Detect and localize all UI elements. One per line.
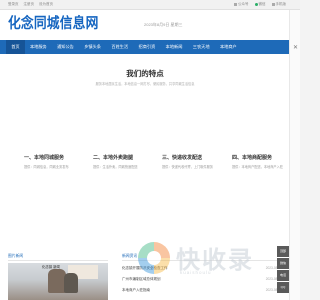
nav-item-investment[interactable]: 招商引资 xyxy=(133,40,160,54)
features-title: 我们的特点 xyxy=(126,69,164,78)
nav-item-merchants[interactable]: 本地商户 xyxy=(215,40,242,54)
feature-title: 一、本地同城服务 xyxy=(24,155,65,161)
login-link[interactable]: 登录页 xyxy=(8,2,19,7)
site-header: 化念同城信息网 2023年8月9日 星期三 xyxy=(0,10,290,40)
nav-item-local-news[interactable]: 本地新闻 xyxy=(160,40,187,54)
photo-caption: 化念镇 新闻 xyxy=(42,265,60,269)
features-section: 我们的特点 服务本地居民生活，本地信息一网打尽，便民服务，共享同城生活信息 一、… xyxy=(0,54,290,250)
news-title[interactable]: 广州市编制区域总体规划 xyxy=(122,277,161,282)
mobile-link[interactable]: 手机版 xyxy=(271,2,286,7)
news-title[interactable]: 本地商户入驻指南 xyxy=(122,288,150,293)
feature-item: 四、本地商配服务 提供：本地商户配送，本地商户入驻 xyxy=(232,154,286,169)
news-section: 图片新闻 新闻资讯 化念镇 新闻 化念镇开展防汛安全检查工作 2023-08-0… xyxy=(0,250,290,300)
feature-desc: 提供：本地商户配送，本地商户入驻 xyxy=(232,165,283,169)
news-photo[interactable]: 化念镇 新闻 xyxy=(8,263,108,300)
feature-item: 一、本地同城服务 提供：同城信息，同城业务发布 xyxy=(24,154,92,169)
photo-person xyxy=(64,273,78,293)
feature-desc: 提供：同城信息，同城业务发布 xyxy=(24,165,69,169)
feature-title: 四、本地商配服务 xyxy=(232,155,273,161)
feature-item: 三、快递收发配送 提供：快递代收代寄，上门取件服务 xyxy=(162,154,230,169)
news-list: 化念镇开展防汛安全检查工作 2023-08-07 广州市编制区域总体规划 202… xyxy=(122,266,282,299)
wechat-button[interactable]: 微信 xyxy=(277,258,289,269)
divider xyxy=(8,260,108,261)
register-link[interactable]: 注册页 xyxy=(24,2,35,7)
nav-item-agriculture[interactable]: 三农天地 xyxy=(188,40,215,54)
top-bar: 登录页 注册页 设为首页 公众号 微信 手机版 xyxy=(0,0,300,10)
qq-button[interactable]: QQ xyxy=(277,282,289,293)
qr-icon xyxy=(234,3,237,6)
wechat-link[interactable]: 微信 xyxy=(254,2,266,7)
feature-title: 三、快递收发配送 xyxy=(162,155,203,161)
current-date: 2023年8月9日 星期三 xyxy=(144,22,183,27)
top-links-right: 公众号 微信 手机版 xyxy=(234,2,286,7)
top-links-left: 登录页 注册页 设为首页 xyxy=(8,2,53,7)
site-logo[interactable]: 化念同城信息网 xyxy=(8,12,99,33)
nav-item-local-service[interactable]: 本地服务 xyxy=(25,40,52,54)
divider xyxy=(122,260,282,261)
nav-item-town-headlines[interactable]: 乡镇头条 xyxy=(79,40,106,54)
feature-desc: 提供：快递代收代寄，上门取件服务 xyxy=(162,165,213,169)
news-list-title[interactable]: 新闻资讯 xyxy=(122,254,137,259)
news-title[interactable]: 化念镇开展防汛安全检查工作 xyxy=(122,266,168,271)
photo-news-title[interactable]: 图片新闻 xyxy=(8,254,23,259)
set-homepage-link[interactable]: 设为首页 xyxy=(39,2,53,7)
phone-button[interactable]: 电话 xyxy=(277,270,289,281)
wechat-icon xyxy=(254,3,258,6)
nav-item-home[interactable]: 首页 xyxy=(6,40,25,54)
mobile-icon xyxy=(271,3,275,6)
feature-item: 二、本地外卖跑腿 提供：生活外卖，同城快速配送 xyxy=(93,154,161,169)
feature-desc: 提供：生活外卖，同城快速配送 xyxy=(93,165,138,169)
feature-title: 二、本地外卖跑腿 xyxy=(93,155,134,161)
floating-toolbar: 顶部 微信 电话 QQ xyxy=(277,246,289,293)
main-nav: 首页 本地服务 通知公告 乡镇头条 百姓生活 招商引资 本地新闻 三农天地 本地… xyxy=(0,40,290,54)
scrollbar[interactable]: ✕ xyxy=(289,10,300,300)
features-subtitle: 服务本地居民生活，本地信息一网打尽，便民服务，共享同城生活信息 xyxy=(95,82,195,86)
news-item[interactable]: 化念镇开展防汛安全检查工作 2023-08-07 xyxy=(122,266,282,277)
back-to-top-button[interactable]: 顶部 xyxy=(277,246,289,257)
news-item[interactable]: 本地商户入驻指南 2023-08-05 xyxy=(122,288,282,299)
official-account-link[interactable]: 公众号 xyxy=(234,2,249,7)
close-icon[interactable]: ✕ xyxy=(293,44,298,51)
nav-item-daily-life[interactable]: 百姓生活 xyxy=(106,40,133,54)
nav-item-notices[interactable]: 通知公告 xyxy=(52,40,79,54)
news-item[interactable]: 广州市编制区域总体规划 2023-08-06 xyxy=(122,277,282,288)
